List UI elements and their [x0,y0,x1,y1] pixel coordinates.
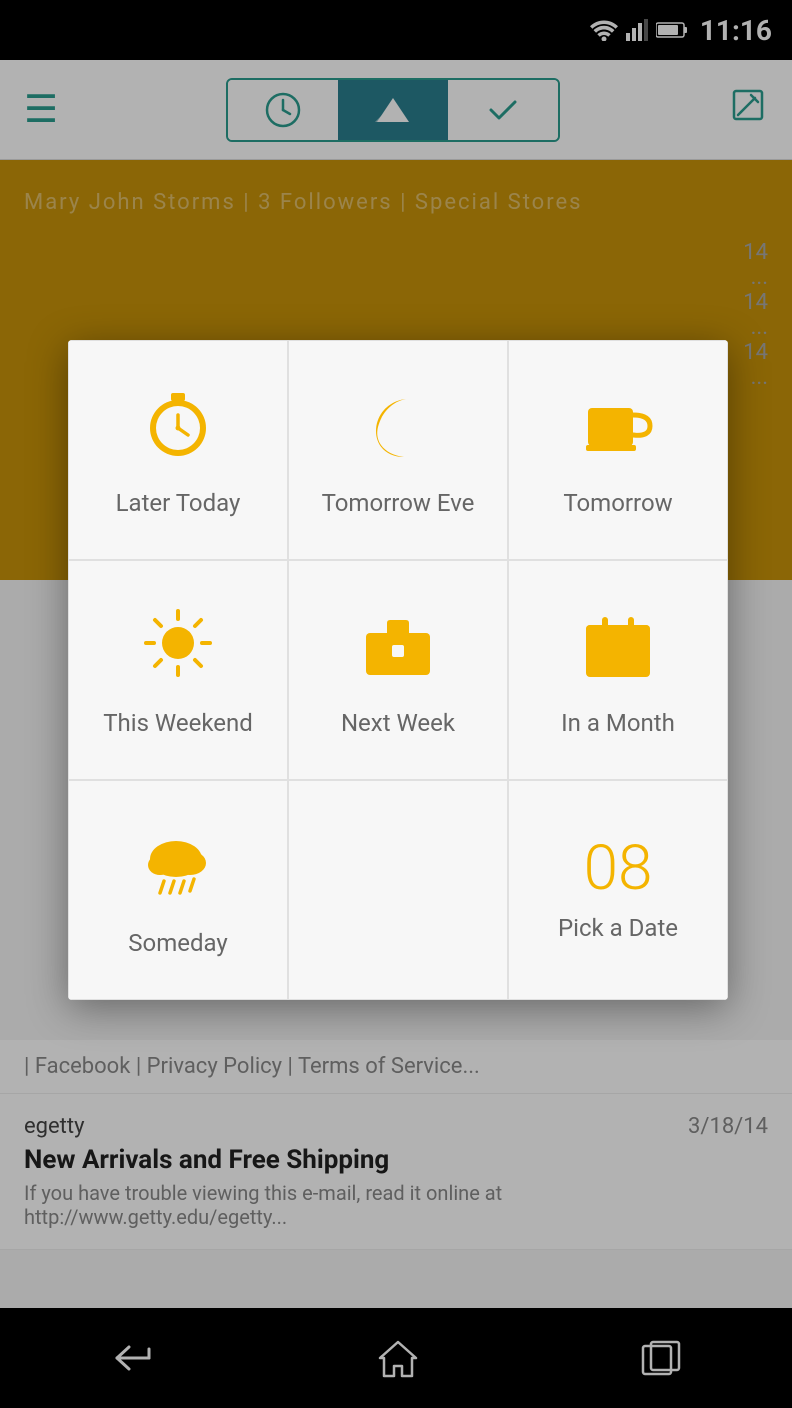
later-today-label: Later Today [116,489,241,517]
tomorrow-eve-icon [358,383,438,475]
in-a-month-label: In a Month [561,709,675,737]
this-weekend-cell[interactable]: This Weekend [68,560,288,780]
next-week-icon [358,603,438,695]
later-today-cell[interactable]: Later Today [68,340,288,560]
in-a-month-icon [578,603,658,695]
pick-a-date-label: Pick a Date [558,914,678,942]
tomorrow-icon [578,383,658,475]
in-a-month-cell[interactable]: In a Month [508,560,728,780]
someday-label: Someday [128,929,227,957]
empty-cell [288,780,508,1000]
tomorrow-eve-cell[interactable]: Tomorrow Eve [288,340,508,560]
schedule-dialog: Later Today Tomorrow Eve [68,340,728,1000]
pick-a-date-cell[interactable]: 08 Pick a Date [508,780,728,1000]
someday-icon [138,823,218,915]
next-week-label: Next Week [341,709,455,737]
tomorrow-eve-label: Tomorrow Eve [322,489,475,517]
next-week-cell[interactable]: Next Week [288,560,508,780]
tomorrow-cell[interactable]: Tomorrow [508,340,728,560]
this-weekend-icon [138,603,218,695]
tomorrow-label: Tomorrow [563,489,672,517]
this-weekend-label: This Weekend [103,709,253,737]
later-today-icon [138,383,218,475]
pick-a-date-num: 08 [584,838,653,900]
dialog-grid: Later Today Tomorrow Eve [68,340,728,1000]
someday-cell[interactable]: Someday [68,780,288,1000]
